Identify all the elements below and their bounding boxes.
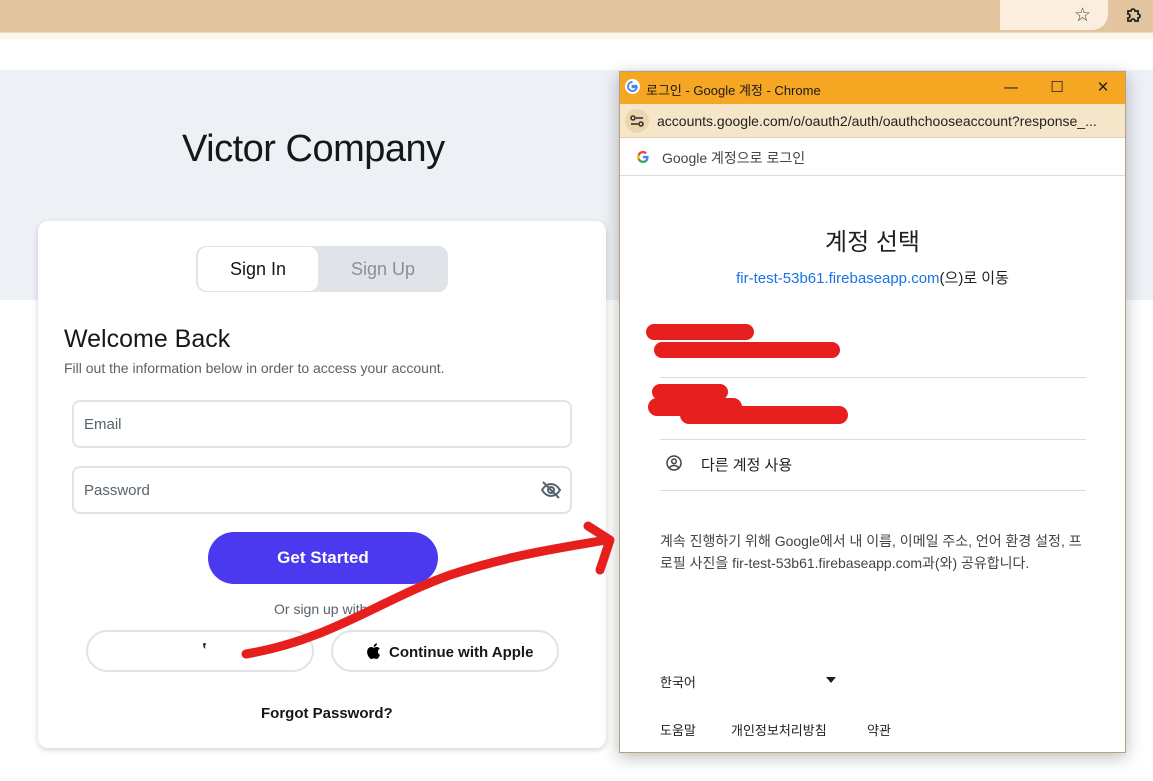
maximize-icon[interactable]: ☐ — [1046, 76, 1068, 98]
toolbar-divider — [0, 32, 1153, 39]
apple-sign-in-button[interactable]: Continue with Apple — [331, 630, 559, 672]
apple-icon — [367, 643, 380, 659]
email-placeholder: Email — [84, 416, 122, 433]
redaction-mark — [654, 342, 840, 358]
welcome-heading: Welcome Back — [64, 325, 231, 353]
get-started-button[interactable]: Get Started — [208, 532, 438, 584]
forgot-password-link[interactable]: Forgot Password? — [261, 705, 393, 722]
loading-spinner-icon: ʽ — [202, 640, 208, 660]
minimize-icon[interactable]: — — [1000, 76, 1022, 98]
password-placeholder: Password — [84, 482, 150, 499]
email-field[interactable]: Email — [72, 400, 572, 448]
redaction-mark — [680, 406, 848, 424]
tab-sign-up[interactable]: Sign Up — [319, 247, 447, 291]
google-logo-icon — [637, 151, 649, 163]
data-sharing-notice: 계속 진행하기 위해 Google에서 내 이름, 이메일 주소, 언어 환경 … — [660, 533, 1082, 571]
address-bar-end[interactable] — [1000, 0, 1108, 30]
app-domain-link[interactable]: fir-test-53b61.firebaseapp.com — [736, 270, 939, 287]
popup-titlebar: 로그인 - Google 계정 - Chrome — ☐ ✕ — [620, 72, 1125, 104]
brand-title: Victor Company — [182, 128, 445, 170]
close-icon[interactable]: ✕ — [1092, 76, 1114, 98]
google-g-icon — [625, 79, 640, 94]
google-signin-header: Google 계정으로 로그인 — [620, 138, 1125, 176]
apple-button-label: Continue with Apple — [389, 644, 534, 661]
welcome-subtitle: Fill out the information below in order … — [64, 360, 445, 376]
account-item-1[interactable] — [646, 316, 1086, 378]
site-settings-icon[interactable] — [625, 109, 649, 133]
redaction-mark — [646, 324, 754, 340]
privacy-link[interactable]: 개인정보처리방침 — [731, 720, 827, 739]
choose-account-heading: 계정 선택 — [825, 229, 920, 256]
use-another-account-button[interactable]: 다른 계정 사용 — [660, 440, 1086, 490]
visibility-off-icon[interactable] — [540, 480, 562, 500]
popup-address-bar: accounts.google.com/o/oauth2/auth/oauthc… — [620, 104, 1125, 138]
extensions-puzzle-icon[interactable] — [1124, 5, 1144, 25]
or-sign-up-label: Or sign up with — [274, 601, 368, 617]
account-divider — [660, 490, 1086, 491]
popup-url[interactable]: accounts.google.com/o/oauth2/auth/oauthc… — [657, 113, 1097, 129]
popup-window-title: 로그인 - Google 계정 - Chrome — [646, 83, 821, 98]
tab-sign-in[interactable]: Sign In — [198, 247, 318, 291]
language-select[interactable]: 한국어 — [660, 672, 696, 691]
auth-card: Sign In Sign Up Welcome Back Fill out th… — [38, 221, 606, 748]
continue-to-suffix: (으)로 이동 — [939, 270, 1009, 287]
terms-link[interactable]: 약관 — [867, 720, 891, 739]
google-signin-popup: 로그인 - Google 계정 - Chrome — ☐ ✕ accounts.… — [619, 71, 1126, 753]
help-link[interactable]: 도움말 — [660, 720, 696, 739]
password-field[interactable]: Password — [72, 466, 572, 514]
google-sign-in-button[interactable]: ʽ — [86, 630, 314, 672]
dropdown-caret-icon[interactable] — [826, 677, 836, 683]
auth-mode-toggle: Sign In Sign Up — [196, 246, 448, 292]
continue-to-line: fir-test-53b61.firebaseapp.com(으)로 이동 — [620, 267, 1125, 288]
account-circle-icon — [666, 455, 682, 471]
browser-toolbar — [0, 0, 1153, 32]
google-header-text: Google 계정으로 로그인 — [662, 150, 806, 166]
use-another-account-label: 다른 계정 사용 — [701, 457, 793, 474]
account-item-2[interactable] — [648, 378, 1086, 440]
bookmark-star-icon[interactable]: ☆ — [1074, 4, 1091, 26]
